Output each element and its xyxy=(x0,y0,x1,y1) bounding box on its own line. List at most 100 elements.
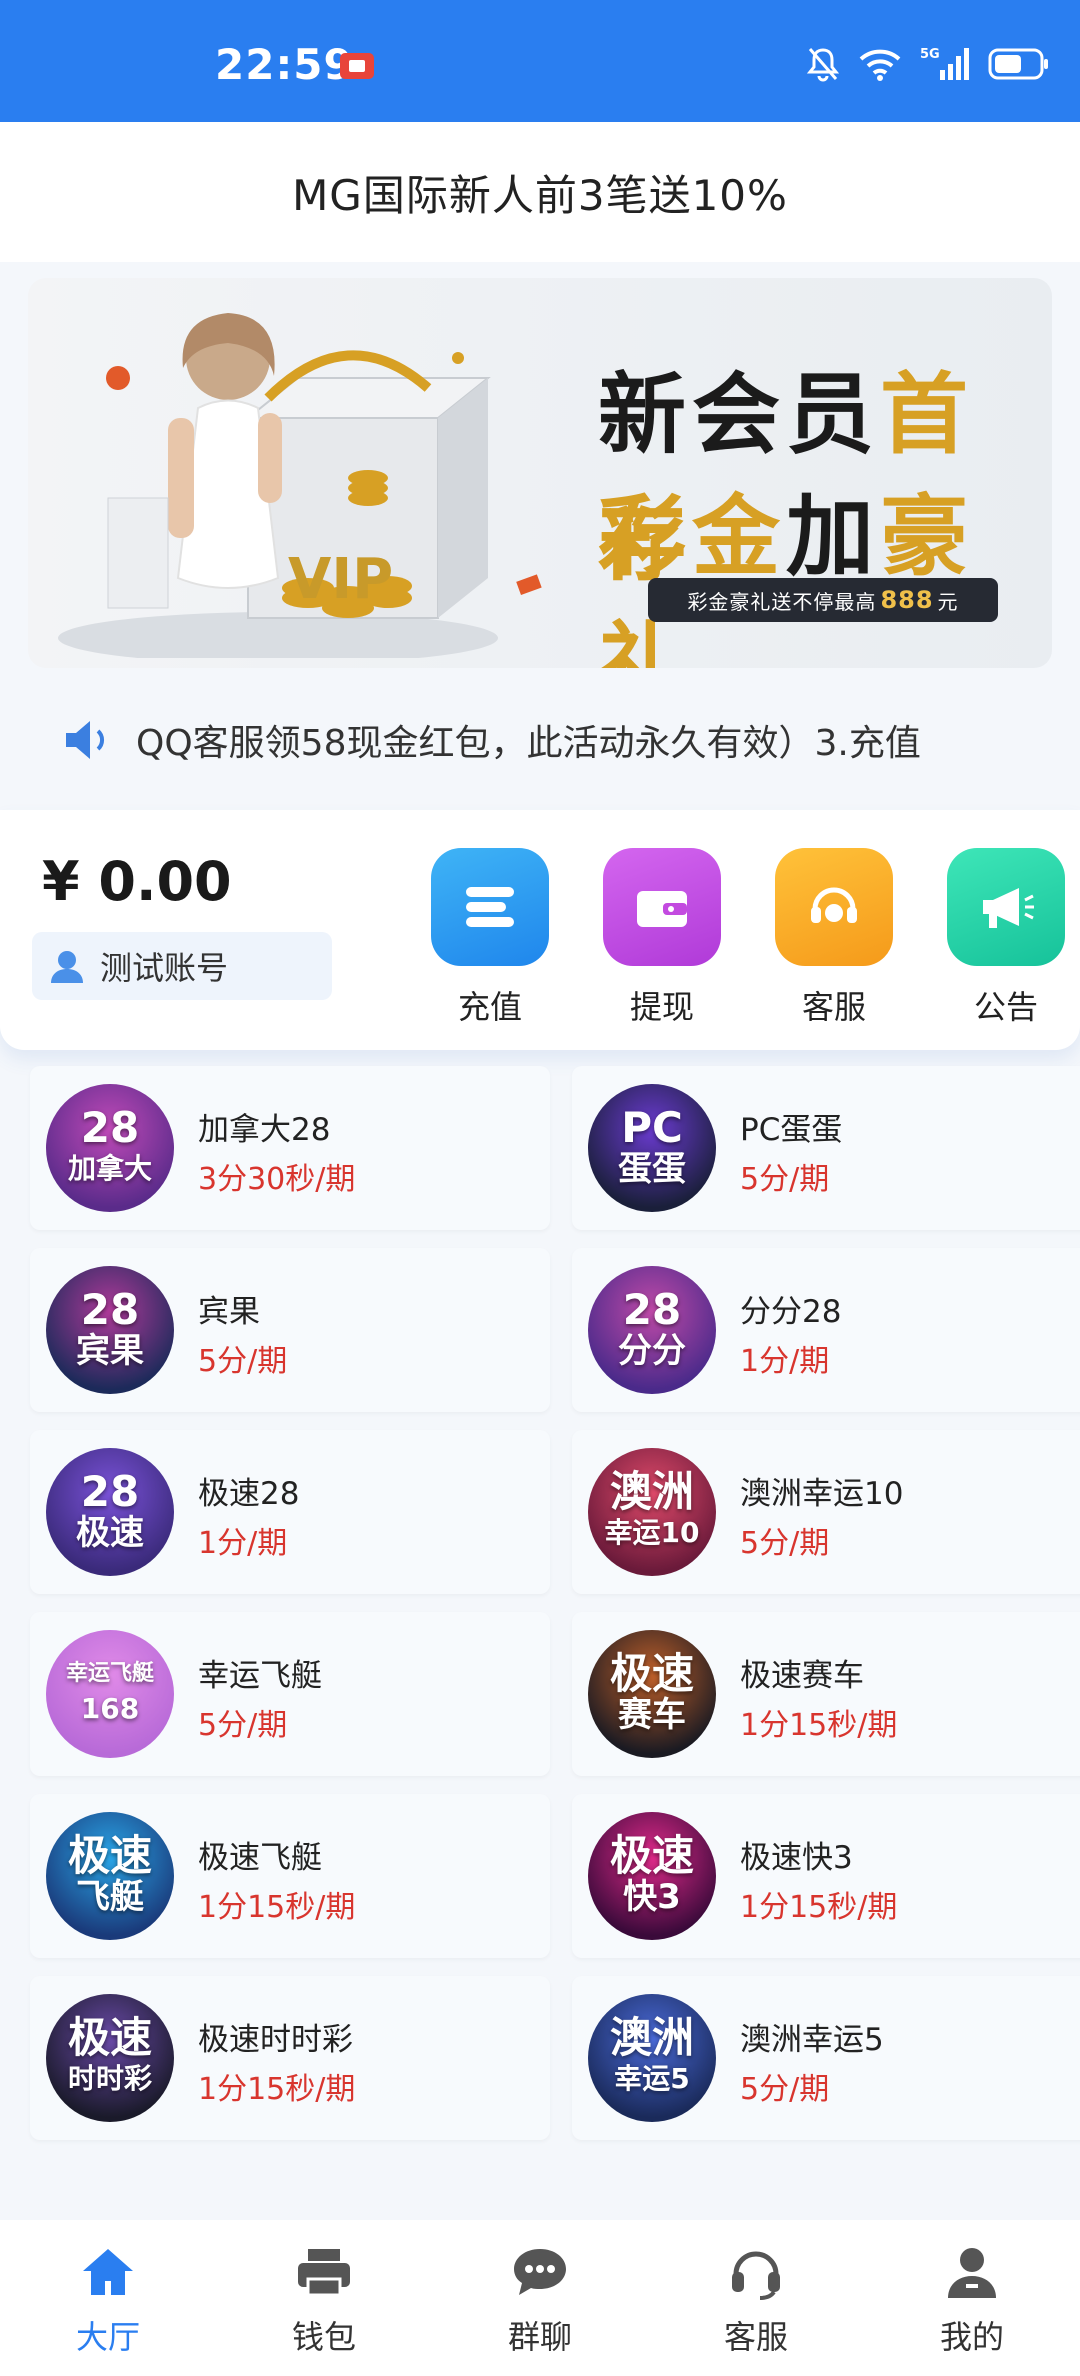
banner-illustration: VIP xyxy=(58,313,542,658)
tab-lobby-label: 大厅 xyxy=(75,2318,140,2356)
game-card[interactable]: 28 极速 极速28 1分/期 xyxy=(30,1430,550,1594)
game-card[interactable]: 澳洲 幸运5 澳洲幸运5 5分/期 xyxy=(572,1976,1080,2140)
wallet-card: ¥ 0.00 测试账号 充值 提现 客服 公告 xyxy=(0,810,1080,1050)
game-logo-line2: 时时彩 xyxy=(67,2062,152,2095)
game-logo-line1: 澳洲 xyxy=(609,2013,694,2062)
chat-icon xyxy=(508,2242,572,2302)
game-logo-line2: 宾果 xyxy=(76,1331,144,1371)
recharge-button[interactable]: 充值 xyxy=(428,848,552,1028)
announcement-label: 公告 xyxy=(973,988,1038,1026)
game-logo-line2: 幸运10 xyxy=(604,1516,700,1549)
game-logo-icon: 极速 时时彩 xyxy=(46,1994,174,2122)
game-period: 5分/期 xyxy=(198,1344,288,1379)
account-badge[interactable]: 测试账号 xyxy=(32,932,332,1000)
game-period: 1分15秒/期 xyxy=(740,1708,898,1743)
game-logo-icon: 极速 飞艇 xyxy=(46,1812,174,1940)
game-name: 分分28 xyxy=(740,1294,842,1330)
tab-wallet[interactable]: 钱包 xyxy=(216,2220,432,2376)
game-logo-line1: 极速 xyxy=(67,1831,152,1880)
game-card[interactable]: 幸运飞艇 168 幸运飞艇 5分/期 xyxy=(30,1612,550,1776)
game-card[interactable]: 极速 快3 极速快3 1分15秒/期 xyxy=(572,1794,1080,1958)
signal-icon: 5G xyxy=(920,47,969,80)
game-name: 加拿大28 xyxy=(198,1112,331,1148)
game-name: PC蛋蛋 xyxy=(740,1112,843,1148)
game-card[interactable]: 28 宾果 宾果 5分/期 xyxy=(30,1248,550,1412)
game-period: 5分/期 xyxy=(740,2072,830,2107)
game-logo-line1: 28 xyxy=(80,1285,140,1334)
game-period: 1分15秒/期 xyxy=(198,2072,356,2107)
game-card[interactable]: 澳洲 幸运10 澳洲幸运10 5分/期 xyxy=(572,1430,1080,1594)
game-name: 幸运飞艇 xyxy=(198,1658,322,1694)
balance-amount: ¥ 0.00 xyxy=(42,850,232,913)
game-name: 澳洲幸运5 xyxy=(740,2022,884,2058)
game-card[interactable]: 28 加拿大 加拿大28 3分30秒/期 xyxy=(30,1066,550,1230)
wallet-icon xyxy=(603,848,721,966)
page-title: MG国际新人前3笔送10% xyxy=(292,170,788,220)
game-name: 极速时时彩 xyxy=(198,2022,353,2058)
game-card[interactable]: 极速 赛车 极速赛车 1分15秒/期 xyxy=(572,1612,1080,1776)
top-header: MG国际新人前3笔送10% xyxy=(0,122,1080,262)
bottom-nav: 大厅 钱包 群聊 客服 我的 xyxy=(0,2220,1080,2376)
game-logo-line2: 分分 xyxy=(618,1331,686,1371)
game-logo-line1: 28 xyxy=(622,1285,682,1334)
network-type: 5G xyxy=(920,47,940,62)
game-logo-line2: 快3 xyxy=(623,1877,681,1917)
game-name: 极速飞艇 xyxy=(198,1840,322,1876)
support-icon xyxy=(775,848,893,966)
game-name: 极速赛车 xyxy=(740,1658,864,1694)
game-logo-icon: 澳洲 幸运10 xyxy=(588,1448,716,1576)
account-name: 测试账号 xyxy=(100,949,229,987)
game-period: 1分/期 xyxy=(198,1526,288,1561)
tab-profile[interactable]: 我的 xyxy=(864,2220,1080,2376)
notice-marquee[interactable]: QQ客服领58现金红包，此活动永久有效）3.充值 xyxy=(60,700,1060,780)
game-period: 1分15秒/期 xyxy=(198,1890,356,1925)
game-name: 极速28 xyxy=(198,1476,300,1512)
headset-icon xyxy=(724,2242,788,2302)
game-period: 5分/期 xyxy=(198,1708,288,1743)
user-avatar-icon xyxy=(51,951,83,983)
notice-text: QQ客服领58现金红包，此活动永久有效）3.充值 xyxy=(136,723,921,764)
user-icon xyxy=(940,2242,1004,2302)
game-logo-line2: 极速 xyxy=(76,1513,144,1553)
clock: 22:59 xyxy=(215,40,354,89)
banner-headline-2: 彩金加豪礼 xyxy=(598,485,975,668)
game-logo-line1: 极速 xyxy=(67,2013,152,2062)
game-period: 1分/期 xyxy=(740,1344,830,1379)
game-logo-icon: 28 宾果 xyxy=(46,1266,174,1394)
tab-support[interactable]: 客服 xyxy=(648,2220,864,2376)
status-bar: 22:59 5G xyxy=(0,0,1080,122)
announcement-button[interactable]: 公告 xyxy=(944,848,1068,1028)
game-logo-line1: PC xyxy=(621,1103,683,1152)
game-logo-line2: 幸运5 xyxy=(614,2062,690,2095)
game-logo-icon: 28 加拿大 xyxy=(46,1084,174,1212)
game-logo-line1: 极速 xyxy=(609,1649,694,1698)
game-logo-line2: 168 xyxy=(80,1692,140,1725)
tab-support-label: 客服 xyxy=(723,2318,788,2356)
promo-banner[interactable]: VIP 新会员首存 彩金加豪礼 彩金豪礼送不停最高 888 元 xyxy=(28,278,1052,668)
game-name: 宾果 xyxy=(198,1294,260,1330)
game-card[interactable]: 极速 飞艇 极速飞艇 1分15秒/期 xyxy=(30,1794,550,1958)
game-name: 澳洲幸运10 xyxy=(740,1476,904,1512)
game-logo-icon: 28 分分 xyxy=(588,1266,716,1394)
support-button[interactable]: 客服 xyxy=(772,848,896,1028)
game-logo-line2: 飞艇 xyxy=(76,1877,144,1917)
game-card[interactable]: 极速 时时彩 极速时时彩 1分15秒/期 xyxy=(30,1976,550,2140)
game-logo-line2: 加拿大 xyxy=(67,1152,152,1185)
support-label: 客服 xyxy=(801,988,866,1026)
banner-tagline: 彩金豪礼送不停最高 888 元 xyxy=(648,578,998,622)
game-card[interactable]: 28 分分 分分28 1分/期 xyxy=(572,1248,1080,1412)
tab-group-chat[interactable]: 群聊 xyxy=(432,2220,648,2376)
game-card[interactable]: PC 蛋蛋 PC蛋蛋 5分/期 xyxy=(572,1066,1080,1230)
withdraw-button[interactable]: 提现 xyxy=(600,848,724,1028)
tab-wallet-label: 钱包 xyxy=(291,2318,356,2356)
game-logo-icon: 极速 快3 xyxy=(588,1812,716,1940)
game-logo-line1: 极速 xyxy=(609,1831,694,1880)
game-logo-icon: 澳洲 幸运5 xyxy=(588,1994,716,2122)
game-logo-icon: 28 极速 xyxy=(46,1448,174,1576)
battery-icon xyxy=(988,48,1048,80)
tab-lobby[interactable]: 大厅 xyxy=(0,2220,216,2376)
game-logo-icon: 幸运飞艇 168 xyxy=(46,1630,174,1758)
game-logo-line2: 蛋蛋 xyxy=(618,1149,686,1189)
game-period: 5分/期 xyxy=(740,1526,830,1561)
vip-mark: VIP xyxy=(288,547,393,612)
